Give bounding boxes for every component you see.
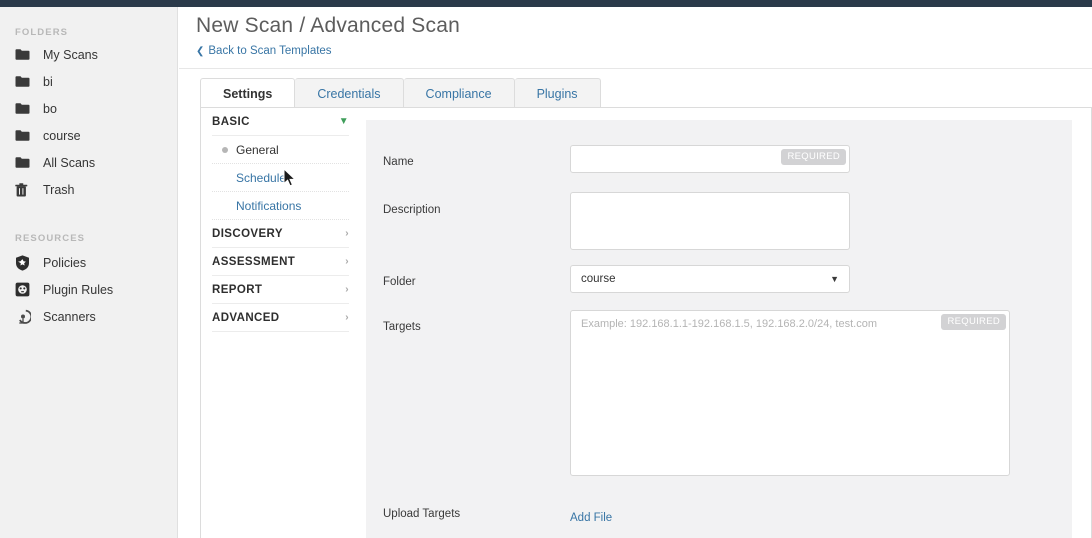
sidebar-item-policies[interactable]: Policies bbox=[0, 249, 178, 276]
tab-label: Settings bbox=[223, 86, 273, 101]
tab-plugins[interactable]: Plugins bbox=[514, 78, 601, 108]
targets-placeholder: Example: 192.168.1.1-192.168.1.5, 192.16… bbox=[581, 318, 877, 330]
sidebar-resources-heading: RESOURCES bbox=[15, 233, 86, 244]
settings-nav-group-label: DISCOVERY bbox=[212, 227, 283, 240]
settings-nav-item-label: Notifications bbox=[236, 198, 302, 213]
settings-nav-group-label: ADVANCED bbox=[212, 311, 280, 324]
name-label: Name bbox=[383, 156, 414, 168]
chevron-down-icon: ▼ bbox=[338, 116, 349, 127]
chevron-right-icon: › bbox=[345, 228, 349, 239]
left-sidebar: FOLDERS My Scans bi bo course All Scans … bbox=[0, 7, 178, 538]
folder-icon bbox=[15, 73, 35, 91]
folder-icon bbox=[15, 100, 35, 118]
settings-nav-group-label: BASIC bbox=[212, 115, 250, 128]
tab-credentials[interactable]: Credentials bbox=[295, 78, 404, 108]
chevron-right-icon: › bbox=[345, 284, 349, 295]
settings-nav-item-general[interactable]: General bbox=[212, 136, 349, 164]
plugin-outlet-icon bbox=[15, 281, 35, 299]
settings-nav-group-discovery[interactable]: DISCOVERY › bbox=[212, 220, 349, 248]
trash-icon bbox=[15, 181, 35, 199]
shield-star-icon bbox=[15, 254, 35, 272]
required-badge: REQUIRED bbox=[781, 149, 846, 165]
sidebar-item-course[interactable]: course bbox=[0, 122, 178, 149]
tab-compliance[interactable]: Compliance bbox=[403, 78, 515, 108]
settings-nav-item-label: Schedule bbox=[236, 170, 287, 185]
tab-bar: Settings Credentials Compliance Plugins bbox=[200, 78, 601, 108]
sidebar-item-trash[interactable]: Trash bbox=[0, 176, 178, 203]
required-badge: REQUIRED bbox=[941, 314, 1006, 330]
folder-label: Folder bbox=[383, 276, 416, 288]
sidebar-item-all-scans[interactable]: All Scans bbox=[0, 149, 178, 176]
folder-select[interactable]: course ▼ bbox=[570, 265, 850, 293]
targets-textarea[interactable]: Example: 192.168.1.1-192.168.1.5, 192.16… bbox=[570, 310, 1010, 476]
sidebar-item-label: bo bbox=[43, 101, 57, 116]
tab-label: Credentials bbox=[317, 86, 381, 101]
back-to-scan-templates-link[interactable]: ❮ Back to Scan Templates bbox=[196, 45, 332, 57]
sidebar-item-label: bi bbox=[43, 74, 53, 89]
scan-settings-form: Name REQUIRED Description Folder course … bbox=[366, 120, 1072, 538]
chevron-left-icon: ❮ bbox=[196, 45, 205, 57]
sidebar-item-label: All Scans bbox=[43, 155, 96, 170]
radar-dish-icon bbox=[15, 308, 35, 326]
chevron-down-icon: ▼ bbox=[830, 274, 839, 284]
app-root: FOLDERS My Scans bi bo course All Scans … bbox=[0, 0, 1092, 538]
sidebar-item-scanners[interactable]: Scanners bbox=[0, 303, 178, 330]
folder-icon bbox=[15, 127, 35, 145]
sidebar-item-label: My Scans bbox=[43, 47, 98, 62]
settings-nav-group-basic[interactable]: BASIC ▼ bbox=[212, 108, 349, 136]
chevron-right-icon: › bbox=[345, 312, 349, 323]
page-header: New Scan / Advanced Scan ❮ Back to Scan … bbox=[179, 7, 1092, 69]
chevron-right-icon: › bbox=[345, 256, 349, 267]
sidebar-item-bi[interactable]: bi bbox=[0, 68, 178, 95]
description-label: Description bbox=[383, 204, 441, 216]
name-input[interactable]: REQUIRED bbox=[570, 145, 850, 173]
sidebar-item-label: Scanners bbox=[43, 309, 96, 324]
add-file-button[interactable]: Add File bbox=[570, 512, 612, 524]
sidebar-item-label: Plugin Rules bbox=[43, 282, 114, 297]
tab-settings[interactable]: Settings bbox=[200, 78, 296, 108]
sidebar-item-label: Policies bbox=[43, 255, 87, 270]
folder-icon bbox=[15, 154, 35, 172]
sidebar-folders-heading: FOLDERS bbox=[15, 27, 69, 38]
sidebar-item-label: Trash bbox=[43, 182, 75, 197]
folder-icon bbox=[15, 46, 35, 64]
settings-nav: BASIC ▼ General Schedule Notifications D… bbox=[212, 108, 349, 332]
tab-label: Compliance bbox=[425, 86, 492, 101]
targets-label: Targets bbox=[383, 321, 421, 333]
settings-nav-group-assessment[interactable]: ASSESSMENT › bbox=[212, 248, 349, 276]
selected-bullet-icon bbox=[222, 146, 228, 153]
sidebar-item-plugin-rules[interactable]: Plugin Rules bbox=[0, 276, 178, 303]
tab-label: Plugins bbox=[536, 86, 578, 101]
sidebar-item-my-scans[interactable]: My Scans bbox=[0, 41, 178, 68]
sidebar-item-bo[interactable]: bo bbox=[0, 95, 178, 122]
folder-selected-value: course bbox=[581, 273, 616, 285]
back-link-label: Back to Scan Templates bbox=[208, 45, 332, 57]
sidebar-item-label: course bbox=[43, 128, 81, 143]
settings-nav-item-notifications[interactable]: Notifications bbox=[212, 192, 349, 220]
settings-nav-item-label: General bbox=[236, 142, 279, 157]
settings-nav-group-label: REPORT bbox=[212, 283, 263, 296]
top-bar bbox=[0, 0, 1092, 7]
settings-nav-item-schedule[interactable]: Schedule bbox=[212, 164, 349, 192]
upload-targets-label: Upload Targets bbox=[383, 508, 461, 520]
page-title: New Scan / Advanced Scan bbox=[196, 14, 460, 37]
description-textarea[interactable] bbox=[570, 192, 850, 250]
settings-nav-group-advanced[interactable]: ADVANCED › bbox=[212, 304, 349, 332]
settings-nav-group-label: ASSESSMENT bbox=[212, 255, 296, 268]
settings-nav-group-report[interactable]: REPORT › bbox=[212, 276, 349, 304]
